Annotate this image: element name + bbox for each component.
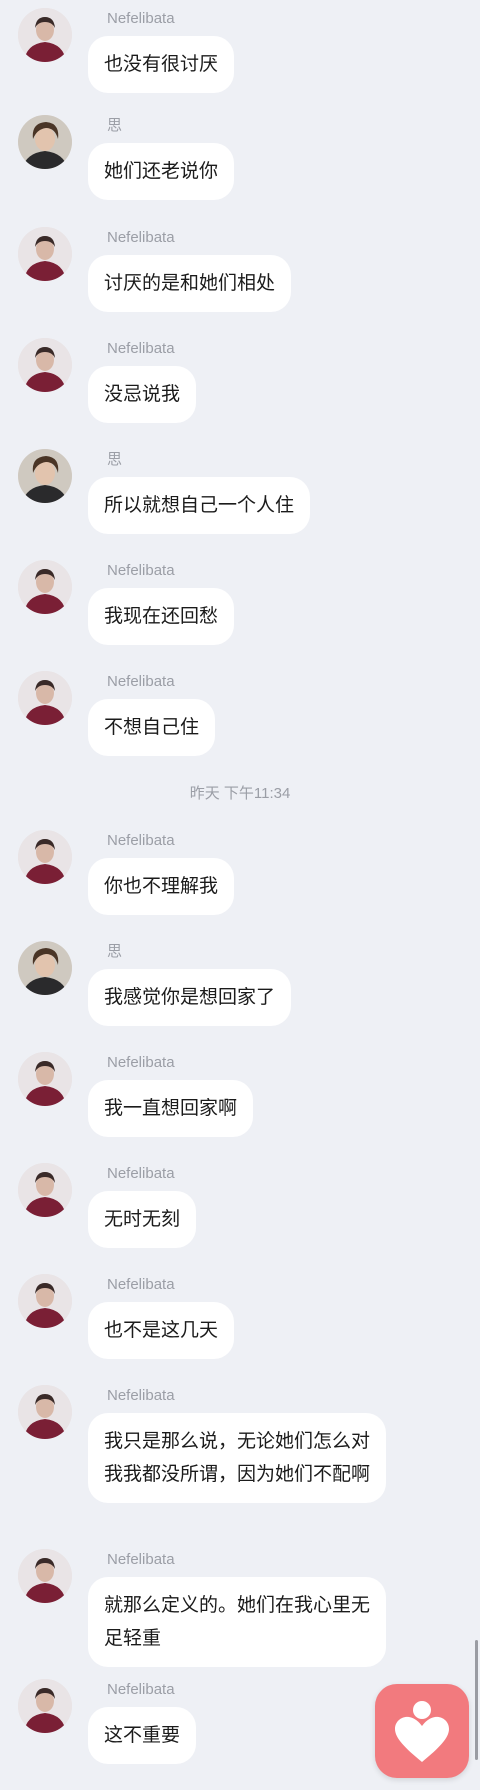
message-bubble[interactable]: 我现在还回愁 bbox=[88, 588, 235, 645]
sender-name: Nefelibata bbox=[107, 562, 175, 579]
chat-timestamp: 昨天 下午11:34 bbox=[189, 785, 291, 802]
sender-name: Nefelibata bbox=[107, 1276, 175, 1293]
sender-name: Nefelibata bbox=[107, 1387, 175, 1404]
avatar-si[interactable] bbox=[18, 449, 72, 503]
avatar-nefelibata[interactable] bbox=[18, 338, 72, 392]
avatar-nefelibata[interactable] bbox=[18, 1163, 72, 1217]
avatar-nefelibata[interactable] bbox=[18, 8, 72, 62]
sender-name: Nefelibata bbox=[107, 10, 175, 27]
message-bubble[interactable]: 她们还老说你 bbox=[88, 143, 235, 200]
avatar-si[interactable] bbox=[18, 115, 72, 169]
message-bubble[interactable]: 我感觉你是想回家了 bbox=[88, 969, 292, 1026]
avatar-nefelibata[interactable] bbox=[18, 1052, 72, 1106]
sender-name: 思 bbox=[107, 943, 123, 960]
avatar-nefelibata[interactable] bbox=[18, 1274, 72, 1328]
sender-name: Nefelibata bbox=[107, 673, 175, 690]
avatar-nefelibata[interactable] bbox=[18, 1679, 72, 1733]
sender-name: 思 bbox=[107, 117, 123, 134]
message-bubble[interactable]: 无时无刻 bbox=[88, 1191, 197, 1248]
sender-name: Nefelibata bbox=[107, 1551, 175, 1568]
heart-person-icon bbox=[395, 1701, 449, 1762]
message-bubble[interactable]: 不想自己住 bbox=[88, 699, 216, 756]
sender-name: 思 bbox=[107, 451, 123, 468]
avatar-nefelibata[interactable] bbox=[18, 227, 72, 281]
scrollbar[interactable] bbox=[475, 1640, 478, 1760]
message-bubble[interactable]: 这不重要 bbox=[88, 1707, 197, 1764]
avatar-nefelibata[interactable] bbox=[18, 1549, 72, 1603]
message-bubble[interactable]: 我一直想回家啊 bbox=[88, 1080, 254, 1137]
sender-name: Nefelibata bbox=[107, 1681, 175, 1698]
message-bubble[interactable]: 你也不理解我 bbox=[88, 858, 235, 915]
message-bubble[interactable]: 就那么定义的。她们在我心里无足轻重 bbox=[88, 1577, 386, 1667]
message-bubble[interactable]: 也没有很讨厌 bbox=[88, 36, 235, 93]
avatar-nefelibata[interactable] bbox=[18, 560, 72, 614]
message-bubble[interactable]: 所以就想自己一个人住 bbox=[88, 477, 311, 534]
sender-name: Nefelibata bbox=[107, 1054, 175, 1071]
chat-list[interactable]: Nefelibata 也没有很讨厌 思 她们还老说你 Nefelibata 讨厌… bbox=[0, 0, 480, 1790]
avatar-nefelibata[interactable] bbox=[18, 1385, 72, 1439]
heart-fab-button[interactable] bbox=[375, 1684, 469, 1778]
sender-name: Nefelibata bbox=[107, 1165, 175, 1182]
sender-name: Nefelibata bbox=[107, 229, 175, 246]
avatar-nefelibata[interactable] bbox=[18, 830, 72, 884]
message-bubble[interactable]: 我只是那么说，无论她们怎么对我我都没所谓，因为她们不配啊 bbox=[88, 1413, 386, 1503]
sender-name: Nefelibata bbox=[107, 340, 175, 357]
message-bubble[interactable]: 讨厌的是和她们相处 bbox=[88, 255, 292, 312]
avatar-nefelibata[interactable] bbox=[18, 671, 72, 725]
message-bubble[interactable]: 也不是这几天 bbox=[88, 1302, 235, 1359]
avatar-si[interactable] bbox=[18, 941, 72, 995]
message-bubble[interactable]: 没忌说我 bbox=[88, 366, 197, 423]
sender-name: Nefelibata bbox=[107, 832, 175, 849]
